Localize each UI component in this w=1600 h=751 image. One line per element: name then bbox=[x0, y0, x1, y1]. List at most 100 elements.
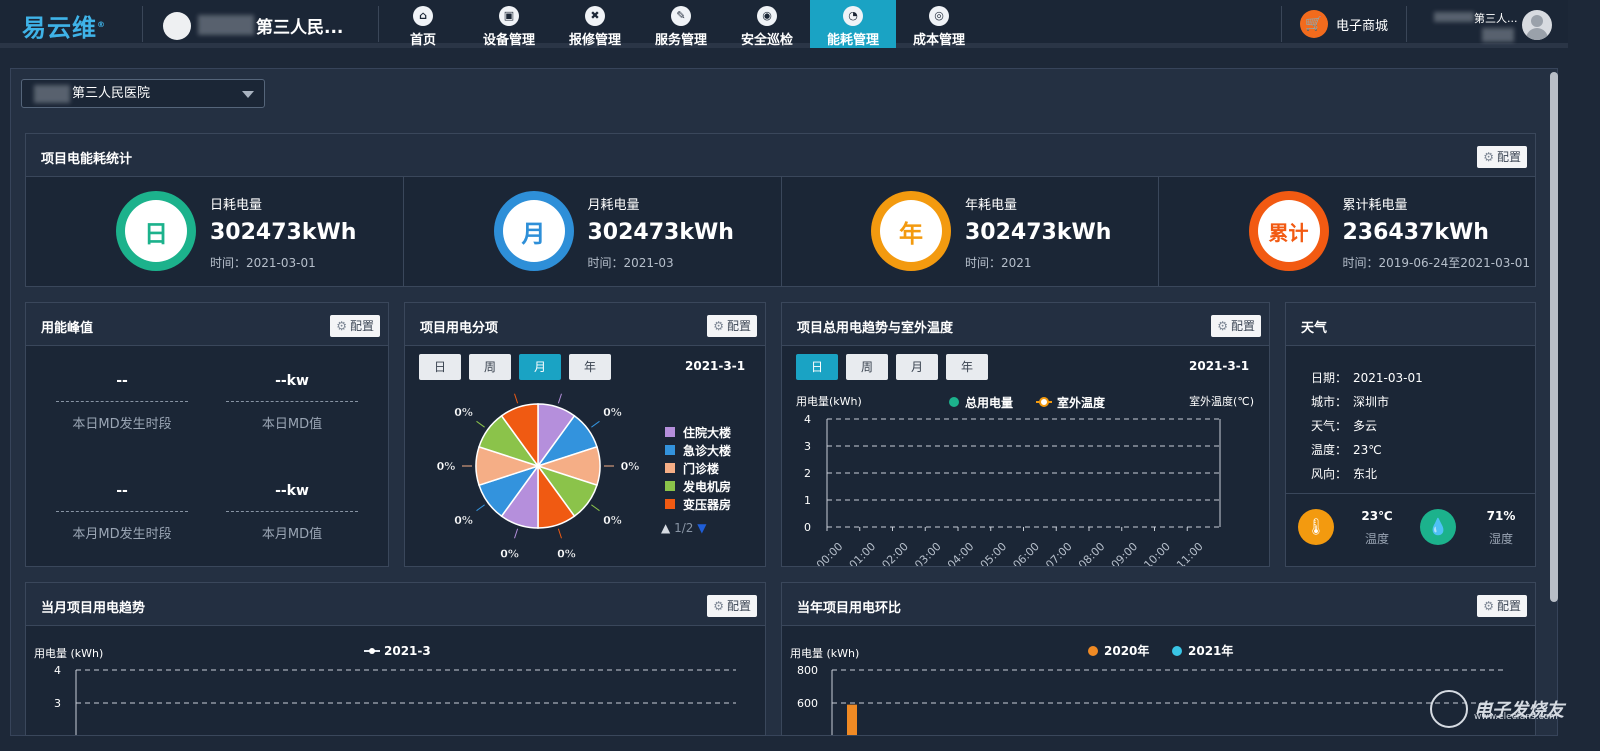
nav-item[interactable]: ✖ 报修管理 bbox=[552, 0, 638, 48]
weather-row-label: 日期： bbox=[1311, 371, 1348, 385]
panel-header: 项目电能耗统计 ⚙ 配置 bbox=[26, 134, 1535, 177]
project-select-value: 第三人民医院 bbox=[72, 86, 151, 101]
legend-label[interactable]: 2021年 bbox=[1188, 643, 1233, 658]
x-tick-label: 05:00 bbox=[978, 540, 1010, 566]
legend-pager[interactable]: ▲ 1/2 ▼ bbox=[661, 521, 706, 535]
config-button[interactable]: ⚙ 配置 bbox=[707, 595, 757, 617]
nav-item[interactable]: ✎ 服务管理 bbox=[638, 0, 724, 48]
tab-年[interactable]: 年 bbox=[946, 354, 988, 380]
project-select[interactable]: 第三人民医院 bbox=[21, 79, 265, 108]
nav-item[interactable]: ▣ 设备管理 bbox=[466, 0, 552, 48]
scrollbar[interactable] bbox=[1550, 72, 1558, 602]
user-name[interactable]: 第三人... bbox=[1474, 10, 1518, 26]
legend-label: 急诊大楼 bbox=[683, 443, 732, 458]
legend-swatch bbox=[665, 445, 675, 455]
repair-icon: ✖ bbox=[585, 6, 605, 26]
nav-label: 报修管理 bbox=[568, 33, 621, 48]
tab-日[interactable]: 日 bbox=[796, 354, 838, 380]
legend-label[interactable]: 总用电量 bbox=[965, 395, 1013, 410]
arrow-up-icon[interactable]: ▲ bbox=[661, 521, 670, 535]
user-avatar[interactable] bbox=[1522, 10, 1552, 40]
pie-chart: 0%0%0%0%0%0%0%0%0%0% bbox=[437, 393, 639, 561]
divider bbox=[1286, 493, 1535, 494]
hospital-name[interactable]: 第三人民... bbox=[256, 13, 343, 38]
nav-item[interactable]: ◎ 成本管理 bbox=[896, 0, 982, 48]
divider bbox=[1281, 6, 1282, 42]
arrow-down-icon[interactable]: ▼ bbox=[697, 521, 706, 535]
yearly-compare-panel: 当年项目用电环比 ⚙ 配置 用电量 (kWh) 2020年 2021年 800 600 bbox=[781, 582, 1536, 736]
legend-label[interactable]: 室外温度 bbox=[1057, 395, 1106, 410]
pie-legend: 住院大楼急诊大楼 门诊楼 发电机房 变压器房 bbox=[665, 423, 731, 513]
legend-marker[interactable] bbox=[1088, 646, 1098, 656]
config-button[interactable]: ⚙ 配置 bbox=[707, 315, 757, 337]
humidity-icon: 💧 bbox=[1420, 509, 1456, 545]
legend-label[interactable]: 2020年 bbox=[1104, 643, 1149, 658]
x-tick-label: 07:00 bbox=[1043, 540, 1075, 566]
pie-data-label: 0% bbox=[603, 514, 622, 527]
bar[interactable] bbox=[847, 704, 857, 735]
md-label: 本月MD值 bbox=[261, 527, 323, 542]
nav-label: 设备管理 bbox=[482, 33, 535, 48]
cart-icon: 🛒 bbox=[1300, 10, 1328, 38]
monthly-chart: 用电量 (kWh) 2021-3 4 3 bbox=[34, 644, 736, 735]
tab-周[interactable]: 周 bbox=[846, 354, 888, 380]
nav-item[interactable]: ◉ 安全巡检 bbox=[724, 0, 810, 48]
legend-item[interactable]: 变压器房 bbox=[665, 495, 731, 513]
weather-row-value: 23℃ bbox=[1353, 443, 1382, 457]
temperature-label: 温度 bbox=[1364, 532, 1389, 546]
legend-marker[interactable] bbox=[1172, 646, 1182, 656]
tab-月[interactable]: 月 bbox=[896, 354, 938, 380]
legend-item[interactable]: 发电机房 bbox=[665, 477, 731, 495]
weather-row-label: 城市： bbox=[1311, 395, 1348, 409]
config-button[interactable]: ⚙ 配置 bbox=[1211, 315, 1261, 337]
nav-item[interactable]: ◔ 能耗管理 bbox=[810, 0, 896, 48]
md-label: 本日MD值 bbox=[261, 417, 323, 432]
stat-badge: 月 bbox=[493, 191, 574, 271]
panel-header: 项目用电分项 ⚙ 配置 bbox=[405, 303, 765, 346]
pie-leader-line bbox=[557, 393, 562, 404]
brand-logo[interactable]: 易云维® bbox=[22, 8, 106, 43]
legend-marker[interactable] bbox=[1039, 397, 1049, 407]
weather-row-value: 多云 bbox=[1353, 419, 1378, 433]
x-tick-label: 04:00 bbox=[945, 540, 977, 566]
y-axis-label: 用电量 (kWh) bbox=[34, 647, 103, 660]
stat-badge-text: 日 bbox=[125, 200, 187, 262]
tab-年[interactable]: 年 bbox=[569, 354, 611, 380]
weather-row-label: 天气： bbox=[1311, 419, 1348, 433]
nav-label: 成本管理 bbox=[912, 33, 965, 48]
legend-item[interactable]: 门诊楼 bbox=[665, 459, 731, 477]
pie-data-label: 0% bbox=[454, 514, 473, 527]
nav-item[interactable]: ⌂ 首页 bbox=[380, 0, 466, 48]
divider bbox=[142, 6, 143, 42]
legend-item[interactable]: 住院大楼 bbox=[665, 423, 731, 441]
y-tick-label: 4 bbox=[804, 413, 811, 426]
shop-button[interactable]: 🛒 电子商城 bbox=[1300, 10, 1388, 38]
dashed-divider bbox=[56, 511, 188, 512]
divider bbox=[1406, 6, 1407, 42]
panel-title: 用能峰值 bbox=[41, 321, 94, 336]
stat-card: 月 月耗电量 302473kWh 时间：2021-03 bbox=[404, 177, 782, 287]
weather-row: 日期： 2021-03-01 bbox=[1311, 369, 1423, 386]
y-tick-label: 0 bbox=[804, 521, 811, 534]
tab-月[interactable]: 月 bbox=[519, 354, 561, 380]
weather-panel: 天气 日期： 2021-03-01 城市： 深圳市 天气： 多云 温度： 23℃ 风向： 东北 🌡… bbox=[1285, 302, 1536, 567]
legend-swatch bbox=[665, 499, 675, 509]
x-tick-label: 09:00 bbox=[1109, 540, 1141, 566]
x-tick-label: 10:00 bbox=[1141, 540, 1173, 566]
y-tick-label: 3 bbox=[804, 440, 811, 453]
y-tick-label: 1 bbox=[804, 494, 811, 507]
stat-badge-text: 月 bbox=[502, 200, 565, 262]
stat-time: 时间：2021-03-01 bbox=[210, 256, 316, 270]
config-button[interactable]: ⚙ 配置 bbox=[1477, 595, 1527, 617]
x-tick-label: 01:00 bbox=[847, 540, 879, 566]
pie-data-label: 0% bbox=[437, 460, 456, 473]
legend-item[interactable]: 急诊大楼 bbox=[665, 441, 731, 459]
tab-日[interactable]: 日 bbox=[419, 354, 461, 380]
tab-周[interactable]: 周 bbox=[469, 354, 511, 380]
legend-marker[interactable] bbox=[369, 648, 375, 654]
legend-marker[interactable] bbox=[949, 397, 959, 407]
panel-header: 当月项目用电趋势 ⚙ 配置 bbox=[26, 583, 765, 626]
legend-label[interactable]: 2021-3 bbox=[384, 644, 431, 658]
config-button[interactable]: ⚙ 配置 bbox=[330, 315, 380, 337]
config-button[interactable]: ⚙ 配置 bbox=[1477, 146, 1527, 168]
